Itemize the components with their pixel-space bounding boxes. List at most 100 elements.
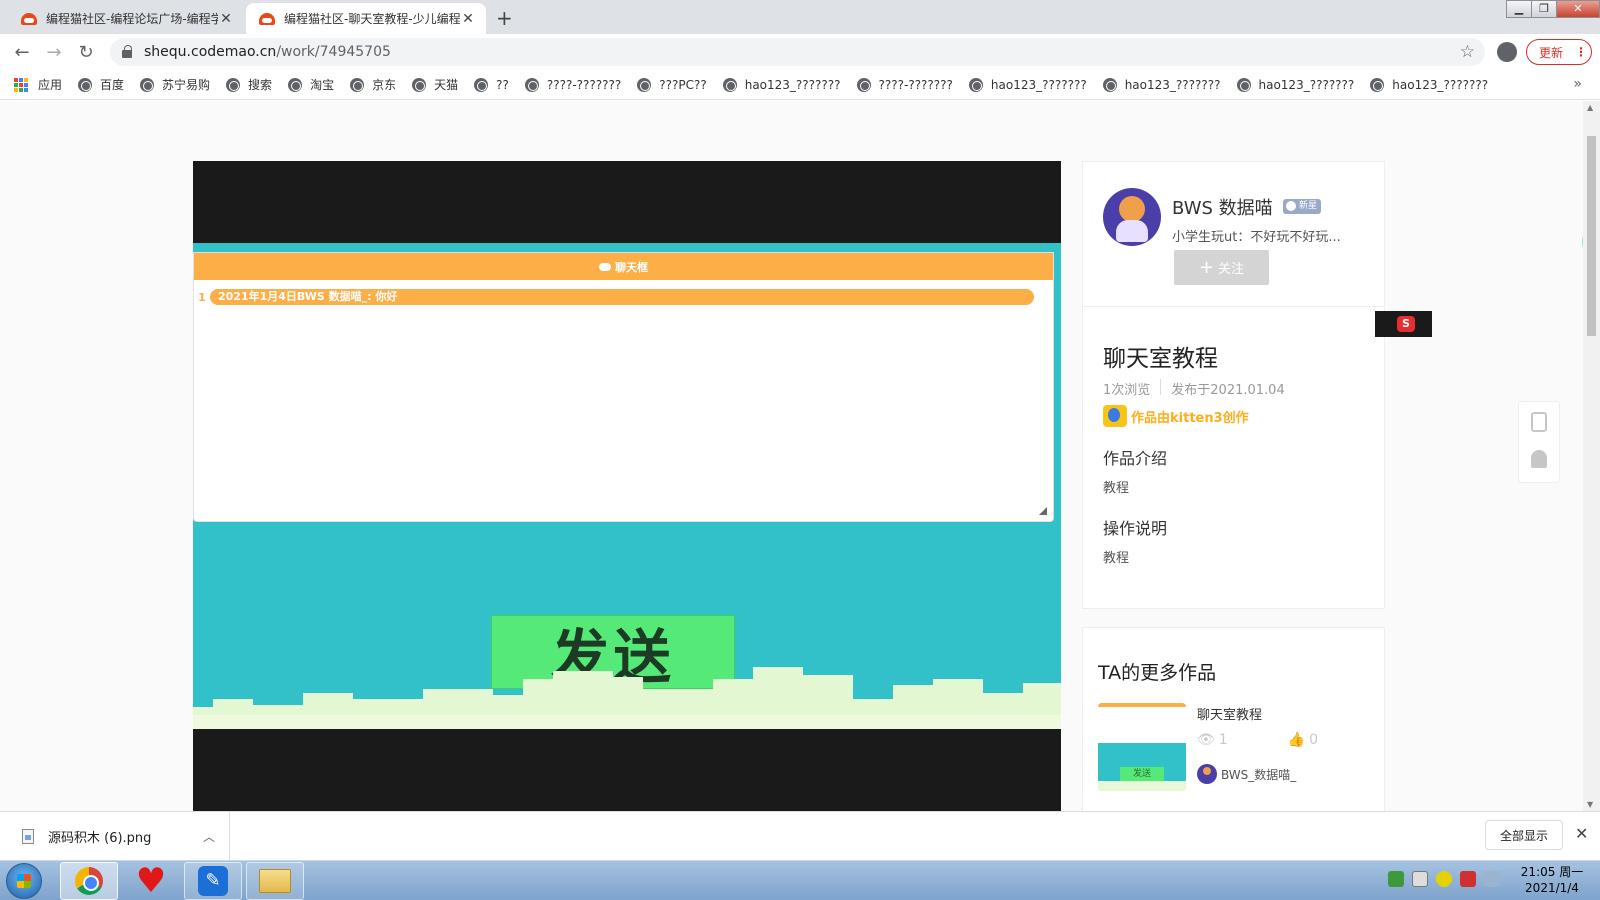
start-button[interactable] bbox=[6, 863, 42, 899]
system-clock[interactable]: 21:05 周一 2021/1/4 bbox=[1512, 864, 1592, 896]
taskbar-heart-app[interactable]: ♥ bbox=[122, 862, 180, 900]
follow-label: 关注 bbox=[1218, 262, 1245, 277]
globe-icon bbox=[637, 77, 652, 92]
close-window-button[interactable]: ✕ bbox=[1556, 0, 1600, 18]
globe-icon bbox=[226, 77, 241, 92]
creator-label: 作品由kitten3创作 bbox=[1131, 410, 1249, 426]
apps-grid-icon bbox=[14, 77, 28, 92]
publish-date: 发布于2021.01.04 bbox=[1171, 383, 1285, 398]
update-button[interactable]: 更新 ⋮ bbox=[1526, 39, 1592, 65]
more-work-stats: 👁 1 👍 0 bbox=[1197, 732, 1318, 748]
shield-icon[interactable] bbox=[1388, 871, 1404, 887]
phone-icon[interactable] bbox=[1531, 412, 1547, 432]
plus-icon: + bbox=[1198, 257, 1215, 278]
download-item[interactable]: 源码积木 (6).png ︿ bbox=[0, 812, 230, 860]
page-scrollbar[interactable]: ▲ ▼ bbox=[1583, 101, 1600, 811]
globe-icon bbox=[1370, 77, 1385, 92]
bookmark-item[interactable]: ?? bbox=[474, 77, 509, 92]
restore-button[interactable]: ❐ bbox=[1531, 0, 1557, 18]
bookmark-item[interactable]: hao123_??????? bbox=[1236, 77, 1354, 92]
tab-title: 编程猫社区-编程论坛广场-编程学 bbox=[46, 12, 218, 26]
taskbar-explorer[interactable] bbox=[246, 862, 304, 900]
reload-icon[interactable]: ↻ bbox=[70, 42, 102, 63]
bookmark-item[interactable]: 苏宁易购 bbox=[140, 76, 210, 93]
bookmark-item[interactable]: ????-??????? bbox=[856, 77, 953, 92]
bookmark-label: 天猫 bbox=[434, 78, 459, 92]
author-mini-avatar bbox=[1197, 764, 1217, 784]
work-player[interactable]: 聊天框 1 2021年1月4日BWS 数据喵_: 你好 发送 bbox=[193, 161, 1061, 811]
close-tab-icon[interactable]: ✕ bbox=[218, 11, 234, 27]
more-work-author[interactable]: BWS_数据喵_ bbox=[1197, 764, 1296, 784]
work-thumbnail[interactable]: 发送 bbox=[1098, 703, 1186, 791]
bookmark-item[interactable]: 京东 bbox=[350, 76, 396, 93]
tab-strip: 编程猫社区-编程论坛广场-编程学 ✕ 编程猫社区-聊天室教程-少儿编程 ✕ + … bbox=[0, 0, 1600, 34]
taskbar-pen-app[interactable]: ✎ bbox=[184, 862, 242, 900]
globe-icon bbox=[1102, 77, 1117, 92]
profile-avatar-icon[interactable] bbox=[1497, 42, 1517, 62]
addon-icon[interactable] bbox=[1436, 871, 1452, 887]
author-name[interactable]: BWS 数据喵 bbox=[1172, 194, 1273, 220]
bookmark-label: hao123_??????? bbox=[744, 77, 841, 92]
scroll-up-icon[interactable]: ▲ bbox=[1587, 103, 1593, 112]
codemao-favicon-icon bbox=[258, 12, 276, 26]
bookmark-apps[interactable]: 应用 bbox=[14, 76, 62, 93]
speaker-mute-icon[interactable] bbox=[1460, 871, 1476, 887]
ime-toolbar[interactable]: S bbox=[1375, 311, 1432, 337]
url-text[interactable]: shequ.codemao.cn/work/74945705 bbox=[144, 44, 391, 60]
browser-tab[interactable]: 编程猫社区-编程论坛广场-编程学 ✕ bbox=[8, 3, 244, 34]
chevron-up-icon[interactable]: ︿ bbox=[189, 828, 229, 845]
bookmark-item[interactable]: 百度 bbox=[78, 76, 124, 93]
bookmark-item[interactable]: hao123_??????? bbox=[1370, 77, 1488, 92]
side-toolbar bbox=[1518, 401, 1560, 483]
globe-icon bbox=[350, 77, 365, 92]
close-tab-icon[interactable]: ✕ bbox=[460, 11, 476, 27]
bookmark-label: 京东 bbox=[372, 78, 397, 92]
thumb-ground bbox=[1098, 781, 1186, 791]
scrollbar-thumb[interactable] bbox=[1587, 136, 1596, 336]
bookmark-item[interactable]: ????-??????? bbox=[524, 77, 621, 92]
bookmark-item[interactable]: 天猫 bbox=[412, 76, 458, 93]
more-work-name[interactable]: 聊天室教程 bbox=[1197, 704, 1262, 723]
new-tab-button[interactable]: + bbox=[496, 6, 513, 30]
bookmark-label: 苏宁易购 bbox=[162, 78, 211, 92]
taskbar-chrome[interactable] bbox=[60, 862, 118, 900]
scroll-down-icon[interactable]: ▼ bbox=[1587, 800, 1593, 809]
thumbs-up-icon: 👍 bbox=[1287, 732, 1306, 748]
folder-icon bbox=[259, 869, 291, 893]
cloud-icon bbox=[599, 262, 611, 271]
bookmark-label: 百度 bbox=[100, 78, 125, 92]
codemao-favicon-icon bbox=[20, 12, 38, 26]
bookmark-item[interactable]: hao123_??????? bbox=[968, 77, 1087, 92]
network-icon[interactable] bbox=[1412, 871, 1428, 887]
more-work-author-name: BWS_数据喵_ bbox=[1221, 767, 1297, 782]
author-avatar[interactable] bbox=[1103, 188, 1161, 246]
bookmark-label: 搜索 bbox=[248, 78, 273, 92]
bookmark-item[interactable]: hao123_??????? bbox=[1102, 77, 1221, 92]
howto-heading: 操作说明 bbox=[1103, 519, 1168, 538]
bookmark-item[interactable]: 搜索 bbox=[226, 76, 272, 93]
bookmark-item[interactable]: ???PC?? bbox=[637, 77, 707, 92]
bookmarks-overflow-icon[interactable]: » bbox=[1573, 76, 1582, 92]
back-arrow-icon[interactable]: ← bbox=[6, 42, 38, 63]
intro-text: 教程 bbox=[1103, 481, 1130, 496]
show-all-button[interactable]: 全部显示 bbox=[1485, 820, 1563, 850]
bookmark-star-icon[interactable]: ☆ bbox=[1460, 42, 1475, 62]
resize-handle-icon[interactable] bbox=[1039, 507, 1047, 515]
more-work-views: 1 bbox=[1218, 732, 1228, 748]
author-card: BWS 数据喵 新星 小学生玩ut：不好玩不好玩... + 关注 bbox=[1082, 161, 1385, 307]
qq-icon[interactable] bbox=[1531, 450, 1547, 468]
follow-button[interactable]: + 关注 bbox=[1174, 250, 1269, 285]
player-stage[interactable]: 聊天框 1 2021年1月4日BWS 数据喵_: 你好 发送 bbox=[193, 243, 1061, 729]
minimize-button[interactable]: ▁ bbox=[1506, 0, 1532, 18]
eye-icon: 👁 bbox=[1197, 732, 1215, 748]
creator-tool[interactable]: 作品由kitten3创作 bbox=[1103, 405, 1249, 427]
volume-icon[interactable] bbox=[1484, 871, 1500, 887]
close-download-bar-icon[interactable]: ✕ bbox=[1575, 824, 1588, 843]
address-bar[interactable]: shequ.codemao.cn/work/74945705 ☆ bbox=[110, 38, 1485, 66]
bookmark-item[interactable]: hao123_??????? bbox=[722, 77, 841, 92]
forward-arrow-icon[interactable]: → bbox=[38, 42, 70, 63]
bookmark-item[interactable]: 淘宝 bbox=[288, 76, 334, 93]
globe-icon bbox=[524, 77, 539, 92]
globe-icon bbox=[968, 77, 983, 92]
browser-tab-active[interactable]: 编程猫社区-聊天室教程-少儿编程 ✕ bbox=[246, 3, 486, 34]
